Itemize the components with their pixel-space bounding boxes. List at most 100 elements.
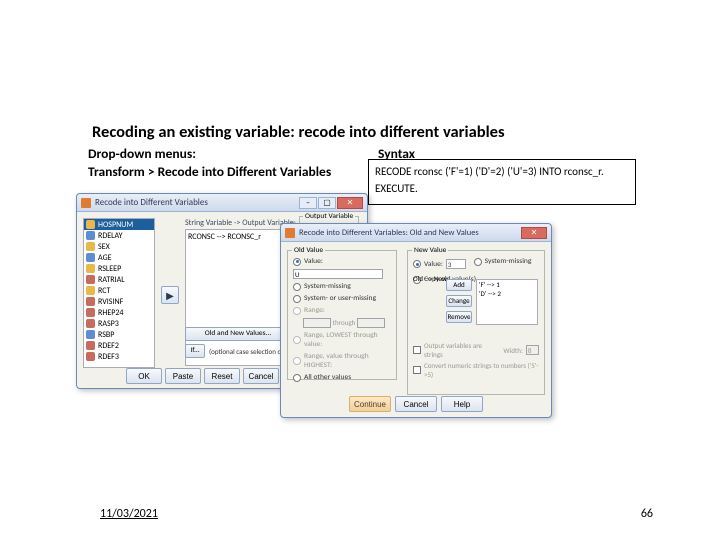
remove-button[interactable]: Remove: [446, 311, 472, 323]
variable-name: RDELAY: [98, 231, 122, 241]
app-icon: [285, 228, 295, 238]
new-value-radio[interactable]: [413, 260, 421, 268]
dropdown-menus-label: Drop-down menus:: [88, 145, 196, 162]
convert-numeric-label: Convert numeric strings to numbers ('5'-…: [424, 361, 539, 379]
dialog-title: Recode into Different Variables: Old and…: [299, 228, 479, 238]
variable-type-icon: [86, 253, 95, 262]
page-title: Recoding an existing variable: recode in…: [92, 122, 505, 142]
variable-name: HOSPNUM: [98, 220, 133, 230]
variable-name: RSBP: [98, 330, 114, 340]
old-group-label: Old Value: [292, 246, 325, 255]
variable-type-icon: [86, 275, 95, 284]
width-label: Width:: [503, 346, 522, 355]
variable-type-icon: [86, 231, 95, 240]
range-from-input: [303, 318, 331, 328]
variable-row[interactable]: RVISINF: [84, 296, 154, 307]
width-input: 8: [526, 345, 539, 355]
paste-button[interactable]: Paste: [165, 368, 201, 384]
mappings-list[interactable]: 'F' --> 1'D' --> 2: [476, 279, 538, 325]
syntax-box: RECODE rconsc ('F'=1) ('D'=2) ('U'=3) IN…: [368, 159, 636, 205]
variable-row[interactable]: HOSPNUM: [84, 219, 154, 230]
range-label: Range:: [304, 306, 325, 315]
old-sysusermissing-radio[interactable]: [293, 295, 301, 303]
old-range-radio[interactable]: [293, 307, 301, 315]
variable-row[interactable]: RHEP24: [84, 307, 154, 318]
dialog-title: Recode into Different Variables: [95, 197, 208, 208]
variable-name: RVISINF: [98, 297, 123, 307]
variable-list[interactable]: HOSPNUMRDELAYSEXAGERSLEEPRATRIALRCTRVISI…: [83, 218, 155, 368]
mapping-entry: RCONSC --> RCONSC_r: [188, 232, 288, 242]
new-sysmissing-radio[interactable]: [474, 258, 482, 266]
footer-page-number: 66: [641, 507, 653, 521]
range-lowest-radio[interactable]: [293, 336, 301, 344]
add-button[interactable]: Add: [446, 279, 472, 291]
change-mapping-button[interactable]: Change: [446, 295, 472, 307]
through-label: through: [333, 318, 356, 327]
variable-name: RCT: [98, 286, 110, 296]
output-strings-checkbox[interactable]: [413, 346, 421, 354]
variable-row[interactable]: SEX: [84, 241, 154, 252]
maximize-button[interactable]: ▢: [318, 197, 336, 209]
sysusermissing-label: System- or user-missing: [304, 294, 376, 303]
variable-name: RDEF3: [98, 352, 119, 362]
output-group-label: Output Variable: [303, 212, 355, 221]
variable-name: RSLEEP: [98, 264, 121, 274]
cancel-button[interactable]: Cancel: [395, 396, 437, 412]
move-right-button[interactable]: ▶: [161, 286, 179, 304]
all-other-radio[interactable]: [293, 374, 301, 382]
new-value-group: New Value Value: 3 System-missing Copy o…: [407, 250, 545, 395]
continue-button[interactable]: Continue: [349, 396, 391, 412]
range-highest-radio[interactable]: [293, 357, 301, 365]
variable-row[interactable]: RSLEEP: [84, 263, 154, 274]
cancel-button[interactable]: Cancel: [243, 368, 279, 384]
variable-row[interactable]: RSBP: [84, 329, 154, 340]
variable-row[interactable]: RCT: [84, 285, 154, 296]
new-value-input[interactable]: 3: [446, 259, 466, 269]
range-to-input: [357, 318, 385, 328]
variable-row[interactable]: RDEF2: [84, 340, 154, 351]
reset-button[interactable]: Reset: [204, 368, 240, 384]
old-sysmissing-radio[interactable]: [293, 283, 301, 291]
variable-row[interactable]: RASP3: [84, 318, 154, 329]
convert-numeric-checkbox[interactable]: [413, 366, 421, 374]
close-button[interactable]: ✕: [337, 197, 363, 209]
old-and-new-values-button[interactable]: Old and New Values...: [185, 327, 291, 341]
old-value-input[interactable]: U: [293, 269, 383, 279]
variable-name: AGE: [98, 253, 112, 263]
mapping-item[interactable]: 'D' --> 2: [479, 290, 535, 299]
breadcrumb: Transform > Recode into Different Variab…: [88, 163, 331, 180]
variable-type-icon: [86, 308, 95, 317]
variable-name: RHEP24: [98, 308, 123, 318]
range-lowest-label: Range, LOWEST through value:: [304, 331, 391, 349]
variable-type-icon: [86, 297, 95, 306]
variable-name: RATRIAL: [98, 275, 125, 285]
variable-type-icon: [86, 264, 95, 273]
variable-name: RASP3: [98, 319, 119, 329]
variable-row[interactable]: AGE: [84, 252, 154, 263]
syntax-line-2: EXECUTE.: [375, 181, 629, 198]
ok-button[interactable]: OK: [126, 368, 162, 384]
variable-type-icon: [86, 341, 95, 350]
variable-row[interactable]: RDEF3: [84, 351, 154, 362]
minimize-button[interactable]: –: [299, 197, 317, 209]
all-other-label: All other values: [304, 373, 351, 382]
variable-type-icon: [86, 220, 95, 229]
variable-type-icon: [86, 352, 95, 361]
variable-type-icon: [86, 242, 95, 251]
variable-row[interactable]: RDELAY: [84, 230, 154, 241]
close-button[interactable]: ✕: [521, 227, 547, 239]
syntax-line-1: RECODE rconsc ('F'=1) ('D'=2) ('U'=3) IN…: [375, 164, 629, 181]
sysmissing-label: System-missing: [304, 282, 351, 291]
help-button[interactable]: Help: [441, 396, 483, 412]
output-strings-label: Output variables are strings: [424, 341, 496, 359]
new-group-label: New Value: [412, 246, 448, 255]
if-button[interactable]: If...: [185, 344, 205, 358]
variable-name: SEX: [98, 242, 110, 252]
old-value-radio[interactable]: [293, 258, 301, 266]
app-icon: [81, 198, 91, 208]
new-sysmissing-label: System-missing: [485, 257, 532, 266]
new-value-label: Value:: [424, 260, 443, 269]
variable-name: RDEF2: [98, 341, 119, 351]
variable-row[interactable]: RATRIAL: [84, 274, 154, 285]
variable-type-icon: [86, 319, 95, 328]
